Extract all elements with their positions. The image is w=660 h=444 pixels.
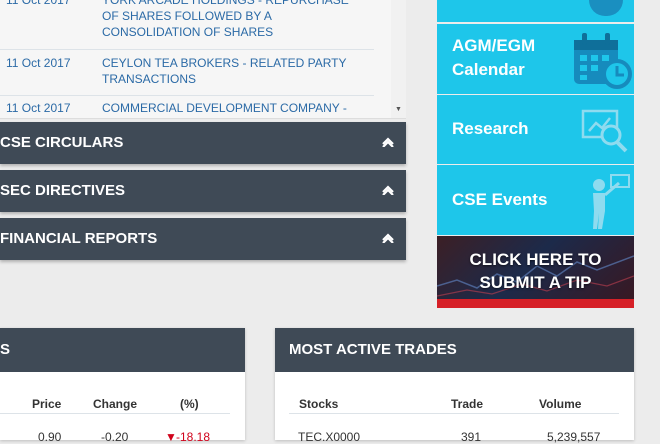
scrollbar[interactable]: ▼ bbox=[391, 0, 406, 118]
submit-tip-text: CLICK HERE TO SUBMIT A TIP bbox=[469, 250, 602, 292]
divider bbox=[289, 413, 619, 414]
section-title: CSE CIRCULARS bbox=[0, 134, 124, 151]
calendar-clock-icon bbox=[574, 33, 632, 89]
banner-accent-bar bbox=[437, 299, 634, 308]
price-cell: 0.90 bbox=[38, 430, 62, 444]
tile-top-partial[interactable] bbox=[437, 0, 634, 22]
tile-label: CSE Events bbox=[452, 190, 548, 209]
scroll-down-icon[interactable]: ▼ bbox=[391, 106, 406, 114]
submit-tip-banner[interactable]: CLICK HERE TO SUBMIT A TIP bbox=[437, 236, 634, 308]
market-movers-panel: S bbox=[0, 328, 245, 440]
trade-cell: 391 bbox=[461, 430, 482, 444]
column-header-trade[interactable]: Trade bbox=[451, 397, 483, 411]
tile-cse-events[interactable]: CSE Events bbox=[437, 165, 634, 235]
announcement-row[interactable]: 11 Oct 2017 COMMERCIAL DEVELOPMENT COMPA… bbox=[0, 100, 374, 118]
announcement-date: 11 Oct 2017 bbox=[6, 101, 71, 115]
announcement-link[interactable]: COMMERCIAL DEVELOPMENT COMPANY - bbox=[102, 100, 362, 116]
person-icon bbox=[589, 0, 623, 16]
chevron-up-icon[interactable] bbox=[382, 170, 394, 212]
column-header-percent[interactable]: (%) bbox=[180, 397, 199, 411]
presenter-icon bbox=[593, 174, 630, 229]
announcement-link[interactable]: CEYLON TEA BROKERS - RELATED PARTY TRANS… bbox=[102, 55, 362, 87]
panel-header: S bbox=[0, 328, 245, 372]
stock-cell[interactable]: TEC.X0000 bbox=[298, 430, 360, 444]
column-header-stocks[interactable]: Stocks bbox=[299, 397, 338, 411]
announcement-row[interactable]: 11 Oct 2017 CEYLON TEA BROKERS - RELATED… bbox=[0, 55, 374, 96]
panel-title: MOST ACTIVE TRADES bbox=[289, 341, 457, 358]
divider bbox=[0, 413, 230, 414]
announcement-date: 11 Oct 2017 bbox=[6, 56, 71, 70]
announcement-date: 11 Oct 2017 bbox=[6, 0, 71, 7]
chevron-up-icon[interactable] bbox=[382, 218, 394, 260]
section-sec-directives[interactable]: SEC DIRECTIVES bbox=[0, 170, 406, 212]
percent-cell: -18.18 bbox=[176, 430, 211, 444]
panel-header: MOST ACTIVE TRADES bbox=[275, 328, 634, 372]
announcement-link[interactable]: YORK ARCADE HOLDINGS - REPURCHASE OF SHA… bbox=[102, 0, 362, 40]
tile-label: AGM/EGM Calendar bbox=[452, 36, 536, 79]
announcement-row[interactable]: 11 Oct 2017 YORK ARCADE HOLDINGS - REPUR… bbox=[0, 0, 374, 50]
section-financial-reports[interactable]: FINANCIAL REPORTS bbox=[0, 218, 406, 260]
change-cell: -0.20 bbox=[101, 430, 129, 444]
column-header-price[interactable]: Price bbox=[32, 397, 61, 411]
tile-agm-egm-calendar[interactable]: AGM/EGM Calendar bbox=[437, 24, 634, 94]
announcements-list[interactable]: 11 Oct 2017 YORK ARCADE HOLDINGS - REPUR… bbox=[0, 0, 406, 119]
section-cse-circulars[interactable]: CSE CIRCULARS bbox=[0, 122, 406, 164]
section-title: SEC DIRECTIVES bbox=[0, 182, 126, 199]
chart-magnifier-icon bbox=[581, 109, 628, 153]
volume-cell: 5,239,557 bbox=[547, 430, 601, 444]
tile-label: Research bbox=[452, 119, 529, 138]
column-header-change[interactable]: Change bbox=[93, 397, 137, 411]
chevron-up-icon[interactable] bbox=[382, 122, 394, 164]
section-title: FINANCIAL REPORTS bbox=[0, 230, 158, 247]
most-active-trades-panel: MOST ACTIVE TRADES bbox=[275, 328, 634, 440]
tile-research[interactable]: Research bbox=[437, 95, 634, 164]
panel-title: S bbox=[0, 341, 11, 358]
column-header-volume[interactable]: Volume bbox=[539, 397, 581, 411]
